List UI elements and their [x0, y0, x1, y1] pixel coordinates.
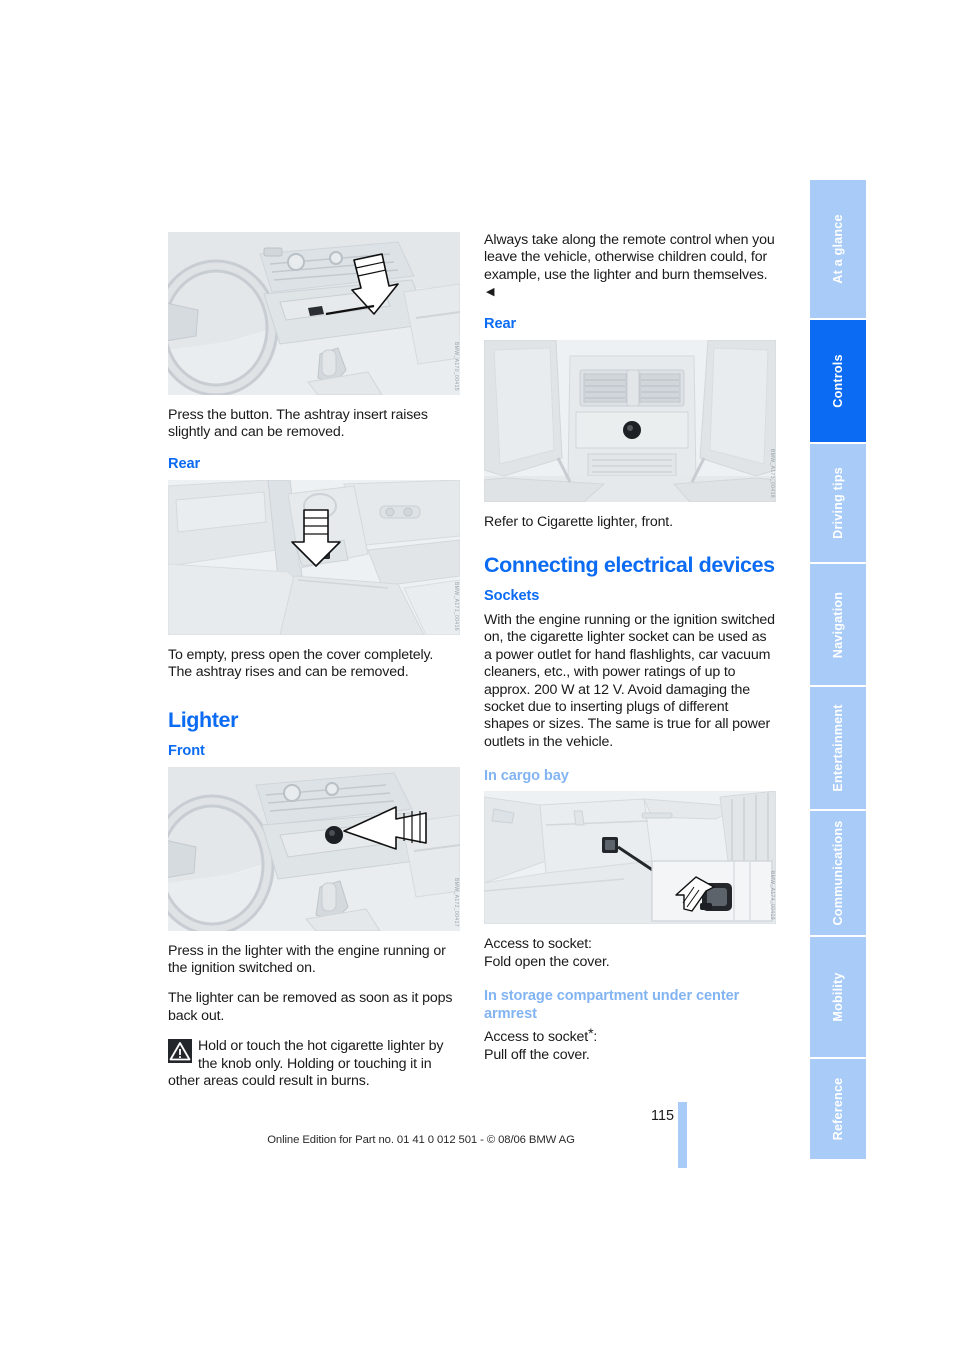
- sidebar-tab-at-a-glance[interactable]: At a glance: [810, 180, 866, 318]
- rear-ashtray-drawing: [168, 479, 460, 635]
- right-column: Always take along the remote control whe…: [484, 232, 776, 1077]
- figure-code: BMW_A174_00419: [769, 871, 775, 921]
- paragraph-refer-to-front: Refer to Cigarette lighter, front.: [484, 513, 673, 530]
- paragraph-press-button: Press the button. The ashtray insert rai…: [168, 407, 428, 441]
- paragraph-fold-open-cover: Fold open the cover.: [484, 953, 610, 970]
- warning-note: Hold or touch the hot cigarette lighter …: [168, 1038, 460, 1090]
- paragraph-access-socket-armrest: Access to socket*:: [484, 1026, 776, 1046]
- heading-sockets: Sockets: [484, 588, 540, 605]
- footer-accent-bar: [678, 1102, 687, 1168]
- access-socket-label: Access to socket: [484, 1029, 589, 1046]
- left-column: BMW_A170_00415 Press the button. The ash…: [168, 232, 460, 1090]
- front-ashtray-illustration: BMW_A170_00415: [168, 232, 460, 395]
- paragraph-lighter-pops-out: The lighter can be removed as soon as it…: [168, 990, 453, 1024]
- footer-copyright: Online Edition for Part no. 01 41 0 012 …: [267, 1134, 575, 1146]
- warning-triangle-icon: [168, 1039, 192, 1064]
- sidebar-tab-controls[interactable]: Controls: [810, 320, 866, 442]
- sidebar-tab-mobility[interactable]: Mobility: [810, 937, 866, 1057]
- heading-rear-lighter: Rear: [484, 315, 517, 332]
- paragraph-press-in-lighter: Press in the lighter with the engine run…: [168, 942, 446, 977]
- cargo-bay-socket-illustration: BMW_A174_00419: [484, 791, 776, 925]
- heading-in-cargo-bay: In cargo bay: [484, 768, 569, 785]
- sidebar-tab-reference[interactable]: Reference: [810, 1059, 866, 1159]
- front-lighter-drawing: [168, 766, 460, 931]
- figure-code: BMW_A173_00418: [769, 448, 775, 498]
- cargo-bay-socket-drawing: [484, 791, 776, 925]
- rear-lighter-illustration: BMW_A173_00418: [484, 339, 776, 502]
- rear-ashtray-illustration: BMW_A171_00416: [168, 479, 460, 635]
- chapter-tab-rail: At a glance Controls Driving tips Naviga…: [810, 180, 866, 1161]
- figure-code: BMW_A170_00415: [453, 342, 459, 391]
- sidebar-tab-driving-tips[interactable]: Driving tips: [810, 444, 866, 562]
- figure-code: BMW_A172_00417: [453, 877, 459, 927]
- paragraph-sockets: With the engine running or the ignition …: [484, 612, 775, 750]
- manual-page: BMW_A170_00415 Press the button. The ash…: [0, 0, 954, 1351]
- paragraph-pull-off-cover: Pull off the cover.: [484, 1046, 590, 1063]
- sidebar-tab-label: Mobility: [831, 972, 845, 1022]
- warning-text: Hold or touch the hot cigarette lighter …: [168, 1038, 444, 1090]
- rear-lighter-drawing: [484, 339, 776, 502]
- heading-front-lighter: Front: [168, 742, 205, 759]
- sidebar-tab-label: Driving tips: [831, 467, 845, 539]
- sidebar-tab-label: Navigation: [831, 591, 845, 658]
- sidebar-tab-label: Communications: [831, 820, 845, 926]
- paragraph-remote-control: Always take along the remote control whe…: [484, 232, 776, 302]
- sidebar-tab-navigation[interactable]: Navigation: [810, 564, 866, 685]
- heading-rear-ashtray: Rear: [168, 455, 201, 472]
- sidebar-tab-entertainment[interactable]: Entertainment: [810, 687, 866, 809]
- sidebar-tab-label: At a glance: [831, 214, 845, 284]
- sidebar-tab-label: Controls: [831, 354, 845, 408]
- sidebar-tab-label: Entertainment: [831, 704, 845, 792]
- sidebar-tab-label: Reference: [831, 1077, 845, 1141]
- sidebar-tab-communications[interactable]: Communications: [810, 811, 866, 935]
- paragraph-access-socket-cargo: Access to socket:: [484, 936, 592, 953]
- access-socket-colon: :: [593, 1029, 598, 1046]
- heading-lighter: Lighter: [168, 707, 239, 732]
- figure-code: BMW_A171_00416: [453, 581, 459, 631]
- paragraph-to-empty: To empty, press open the cover completel…: [168, 646, 434, 681]
- section-end-marker: ◀: [486, 286, 495, 299]
- heading-storage-compartment-armrest: In storage compartment under center armr…: [484, 988, 740, 1023]
- front-ashtray-drawing: [168, 232, 460, 395]
- front-lighter-illustration: BMW_A172_00417: [168, 766, 460, 931]
- heading-connecting-electrical-devices: Connecting electrical devices: [484, 553, 775, 578]
- remote-control-text: Always take along the remote control whe…: [484, 232, 775, 283]
- page-number: 115: [651, 1108, 674, 1124]
